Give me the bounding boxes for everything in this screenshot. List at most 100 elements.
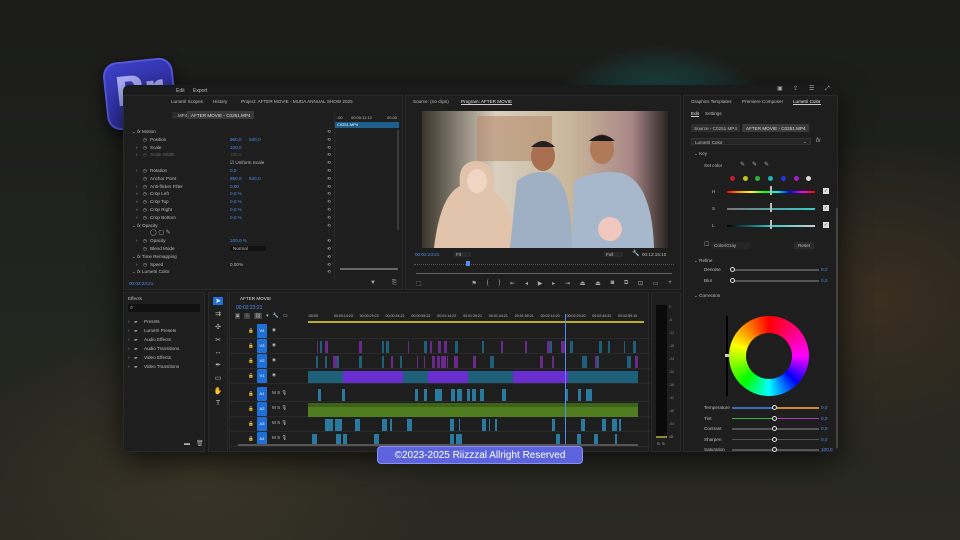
video-clip[interactable]	[539, 356, 544, 368]
audio-clip[interactable]	[340, 419, 343, 431]
tab-source[interactable]: Source: (no clips)	[413, 99, 449, 104]
reset-icon[interactable]: ⟲	[327, 176, 331, 182]
reset-icon[interactable]: ⟲	[327, 152, 331, 158]
audio-clip[interactable]	[406, 419, 413, 431]
video-clip[interactable]	[381, 341, 385, 353]
property-value[interactable]: 960,0	[230, 176, 242, 181]
audio-clip[interactable]	[619, 419, 621, 431]
step-forward-icon[interactable]: ▸	[552, 280, 555, 288]
track-target[interactable]: A3	[257, 417, 267, 431]
video-clip[interactable]	[598, 341, 600, 353]
property-value[interactable]: 100,0	[230, 145, 242, 150]
video-clip[interactable]	[444, 356, 446, 368]
effects-folder[interactable]: › ▰ Audio Transitions	[128, 346, 198, 354]
stopwatch-icon[interactable]: ◷	[143, 137, 147, 143]
video-clip[interactable]	[381, 356, 384, 368]
audio-clip[interactable]	[456, 434, 462, 444]
tab-program[interactable]: Program: AFTER MOVIE	[461, 99, 513, 105]
sequence-tab[interactable]: AFTER MOVIE	[240, 296, 271, 301]
effects-folder[interactable]: › ▰ Audio Effects	[128, 337, 198, 345]
wrench-icon[interactable]: 🔧	[632, 251, 639, 257]
go-to-in-icon[interactable]: ⇤	[510, 280, 515, 288]
time-ruler[interactable]: :00:00 00:00:14:23 00:00:29:23 00:00:44:22 0…	[308, 314, 644, 320]
range-handle[interactable]	[770, 186, 772, 195]
track-target[interactable]: A1	[257, 387, 267, 401]
video-clip[interactable]	[560, 341, 565, 353]
expand-icon[interactable]: ›	[136, 145, 138, 150]
video-clip[interactable]	[633, 341, 636, 353]
video-clip[interactable]	[400, 356, 403, 368]
audio-clip[interactable]	[312, 434, 315, 444]
audio-clip[interactable]	[355, 419, 360, 431]
tab-project[interactable]: Project: AFTER MOVIE - MUDA ANNUAL SHOW …	[241, 99, 353, 104]
lock-icon[interactable]: 🔒	[248, 373, 254, 379]
mark-out-icon[interactable]: }	[498, 280, 500, 288]
audio-clip[interactable]	[314, 434, 317, 444]
video-clip[interactable]	[315, 356, 318, 368]
audio-clip[interactable]	[416, 389, 419, 401]
video-clip[interactable]	[440, 356, 444, 368]
expand-icon[interactable]: ›	[136, 215, 138, 220]
audio-clip[interactable]	[334, 419, 337, 431]
audio-clip[interactable]	[335, 434, 342, 444]
track-target[interactable]: V4	[257, 324, 267, 338]
audio-clip[interactable]	[341, 389, 345, 401]
multicam-icon[interactable]: ▭	[653, 280, 659, 288]
eyedropper-remove-icon[interactable]: ✎	[764, 162, 769, 168]
audio-clip[interactable]	[552, 419, 556, 431]
pen-icon[interactable]: ✒	[215, 361, 221, 369]
stopwatch-icon[interactable]: ◷	[143, 207, 147, 213]
audio-clip[interactable]	[424, 389, 427, 401]
property-value[interactable]: 100,0 %	[230, 238, 247, 243]
audio-clip[interactable]	[435, 389, 441, 401]
slip-icon[interactable]: ↔	[215, 349, 222, 356]
tab-edit[interactable]: Edit	[691, 111, 699, 117]
reset-icon[interactable]: ⟲	[327, 215, 331, 221]
video-clip[interactable]	[607, 341, 611, 353]
track-target[interactable]: V3	[257, 339, 267, 353]
slider-knob[interactable]	[772, 415, 777, 421]
lock-icon[interactable]: 🔒	[248, 343, 254, 349]
audio-clip[interactable]	[338, 419, 340, 431]
video-clip[interactable]	[454, 356, 459, 368]
solo-left[interactable]: S	[657, 441, 660, 446]
stopwatch-icon[interactable]: ◷	[143, 199, 147, 205]
slider-knob[interactable]	[730, 267, 735, 272]
program-playhead[interactable]	[466, 261, 470, 266]
tab-lumetri-scopes[interactable]: Lumetri Scopes	[171, 99, 203, 104]
video-clip[interactable]	[594, 356, 597, 368]
video-clip[interactable]	[408, 341, 410, 353]
video-clip[interactable]	[482, 341, 485, 353]
video-clip[interactable]	[324, 341, 329, 353]
stopwatch-icon[interactable]: ◷	[143, 238, 147, 244]
slider-knob[interactable]	[772, 436, 777, 442]
extract-icon[interactable]: ⏏	[595, 280, 601, 288]
video-clip[interactable]	[444, 341, 448, 353]
audio-clip[interactable]	[328, 419, 333, 431]
slider-value[interactable]: 100,0	[821, 447, 833, 452]
step-back-icon[interactable]: ◂	[525, 280, 528, 288]
video-clip[interactable]	[428, 371, 468, 383]
stopwatch-icon[interactable]: ◷	[143, 191, 147, 197]
reset-icon[interactable]: ⟲	[327, 191, 331, 197]
reset-icon[interactable]: ⟲	[327, 145, 331, 151]
expand-icon[interactable]: ›	[136, 184, 138, 189]
property-value[interactable]: 0,00	[230, 184, 239, 189]
property-value[interactable]: 960,0	[230, 137, 242, 142]
audio-clip[interactable]	[580, 419, 586, 431]
marker-icon[interactable]: ⚑	[471, 280, 476, 288]
slider-knob[interactable]	[730, 278, 735, 283]
slider-value[interactable]: 0,0	[821, 278, 827, 283]
video-clip[interactable]	[546, 341, 550, 353]
video-clip[interactable]	[325, 356, 327, 368]
invert-checkbox[interactable]: ✓	[823, 222, 829, 228]
reset-icon[interactable]: ⟲	[327, 160, 331, 166]
audio-clip[interactable]	[308, 403, 638, 417]
menu-export[interactable]: Export	[193, 88, 207, 94]
color-swatch[interactable]	[768, 176, 774, 181]
video-clip[interactable]	[429, 341, 433, 353]
reset-button[interactable]: Reset	[794, 242, 815, 249]
range-handle[interactable]	[770, 220, 772, 229]
track-target[interactable]: A2	[257, 402, 267, 416]
play-icon[interactable]: ▶	[538, 280, 543, 288]
